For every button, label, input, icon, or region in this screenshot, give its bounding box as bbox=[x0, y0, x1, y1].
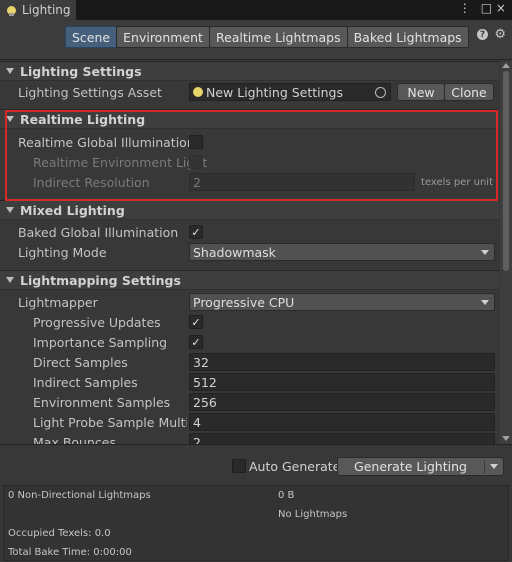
help-icon[interactable]: ? bbox=[477, 29, 488, 40]
lighting-mode-label: Lighting Mode bbox=[18, 244, 107, 260]
settings-panel: Lighting Settings Lighting Settings Asse… bbox=[0, 61, 499, 444]
max-bounces-field[interactable]: 2 bbox=[189, 433, 495, 444]
generate-lighting-label: Generate Lighting bbox=[354, 459, 467, 474]
baked-gi-checkbox[interactable]: ✓ bbox=[189, 225, 203, 239]
title-bar: Lighting ⋮ □ × bbox=[0, 0, 512, 20]
lightmapper-row: Lightmapper Progressive CPU bbox=[0, 292, 499, 312]
foldout-arrow-icon bbox=[6, 116, 14, 122]
lighting-mode-dropdown[interactable]: Shadowmask bbox=[189, 243, 495, 261]
importance-sampling-row: Importance Sampling ✓ bbox=[0, 332, 499, 352]
baked-gi-row: Baked Global Illumination ✓ bbox=[0, 222, 499, 242]
section-title: Realtime Lighting bbox=[20, 111, 146, 127]
indirect-resolution-field[interactable]: 2 bbox=[189, 173, 415, 191]
progressive-updates-row: Progressive Updates ✓ bbox=[0, 312, 499, 332]
progressive-updates-label: Progressive Updates bbox=[33, 314, 161, 330]
auto-generate-label: Auto Generate bbox=[249, 459, 341, 474]
lighting-toolbar: Scene Environment Realtime Lightmaps Bak… bbox=[0, 20, 512, 60]
realtime-gi-label: Realtime Global Illumination bbox=[18, 134, 195, 150]
foldout-arrow-icon bbox=[6, 68, 14, 74]
direct-samples-field[interactable]: 32 bbox=[189, 353, 495, 371]
section-lightmapping-settings[interactable]: Lightmapping Settings bbox=[0, 270, 499, 290]
window-menu-icon[interactable]: ⋮ bbox=[459, 1, 471, 15]
direct-samples-row: Direct Samples 32 bbox=[0, 352, 499, 372]
indirect-resolution-unit: texels per unit bbox=[421, 176, 493, 188]
realtime-env-checkbox[interactable] bbox=[189, 155, 203, 169]
indirect-samples-field[interactable]: 512 bbox=[189, 373, 495, 391]
button-divider bbox=[484, 460, 485, 474]
bake-footer: Auto Generate Generate Lighting 0 Non-Di… bbox=[0, 444, 512, 562]
direct-samples-label: Direct Samples bbox=[33, 354, 128, 370]
stats-no-lightmaps: No Lightmaps bbox=[278, 509, 348, 520]
realtime-gi-checkbox[interactable] bbox=[189, 135, 203, 149]
stats-bake-time: Total Bake Time: 0:00:00 bbox=[8, 547, 132, 558]
scroll-up-icon[interactable] bbox=[502, 63, 510, 68]
tab-environment[interactable]: Environment bbox=[116, 26, 210, 48]
environment-samples-field[interactable]: 256 bbox=[189, 393, 495, 411]
window-title: Lighting bbox=[22, 3, 71, 17]
light-probe-field[interactable]: 4 bbox=[189, 413, 495, 431]
progressive-updates-checkbox[interactable]: ✓ bbox=[189, 315, 203, 329]
lightmapper-value: Progressive CPU bbox=[193, 294, 295, 310]
foldout-arrow-icon bbox=[6, 277, 14, 283]
gear-icon[interactable]: ⚙ bbox=[494, 27, 506, 42]
importance-sampling-checkbox[interactable]: ✓ bbox=[189, 335, 203, 349]
section-lighting-settings[interactable]: Lighting Settings bbox=[0, 61, 499, 81]
lighting-bulb-icon bbox=[6, 5, 18, 16]
window-tab[interactable]: Lighting bbox=[0, 0, 76, 20]
object-picker-icon[interactable] bbox=[375, 87, 386, 98]
realtime-gi-row: Realtime Global Illumination bbox=[0, 132, 499, 152]
foldout-arrow-icon bbox=[6, 207, 14, 213]
stats-lightmap-count: 0 Non-Directional Lightmaps bbox=[8, 490, 151, 501]
section-title: Mixed Lighting bbox=[20, 202, 125, 218]
vertical-scrollbar[interactable] bbox=[500, 61, 512, 444]
section-mixed-lighting[interactable]: Mixed Lighting bbox=[0, 200, 499, 220]
lighting-asset-field[interactable]: New Lighting Settings bbox=[189, 83, 391, 101]
chevron-down-icon[interactable] bbox=[490, 464, 498, 469]
window-close-icon[interactable]: □ × bbox=[481, 1, 506, 15]
importance-sampling-label: Importance Sampling bbox=[33, 334, 168, 350]
scroll-down-icon[interactable] bbox=[502, 436, 510, 441]
lightmap-stats: 0 Non-Directional Lightmaps 0 B No Light… bbox=[3, 485, 509, 561]
lighting-asset-row: Lighting Settings Asset New Lighting Set… bbox=[0, 82, 499, 102]
section-title: Lighting Settings bbox=[20, 63, 142, 79]
indirect-resolution-label: Indirect Resolution bbox=[33, 174, 150, 190]
lighting-asset-label: Lighting Settings Asset bbox=[18, 84, 162, 100]
light-probe-row: Light Probe Sample Multipli 4 bbox=[0, 412, 499, 432]
section-title: Lightmapping Settings bbox=[20, 272, 181, 288]
lightmapper-dropdown[interactable]: Progressive CPU bbox=[189, 293, 495, 311]
realtime-env-row: Realtime Environment Light bbox=[0, 152, 499, 172]
auto-generate-checkbox[interactable] bbox=[232, 459, 246, 473]
lightmapper-label: Lightmapper bbox=[18, 294, 98, 310]
stats-occupied-texels: Occupied Texels: 0.0 bbox=[8, 528, 111, 539]
indirect-samples-label: Indirect Samples bbox=[33, 374, 138, 390]
chevron-down-icon bbox=[481, 300, 489, 305]
max-bounces-label: Max Bounces bbox=[33, 434, 116, 445]
environment-samples-row: Environment Samples 256 bbox=[0, 392, 499, 412]
window-controls: ⋮ □ × bbox=[459, 1, 506, 15]
section-realtime-lighting[interactable]: Realtime Lighting bbox=[0, 109, 499, 129]
tab-scene[interactable]: Scene bbox=[65, 26, 118, 48]
scroll-thumb[interactable] bbox=[503, 71, 509, 271]
generate-lighting-button[interactable]: Generate Lighting bbox=[337, 457, 504, 476]
tab-realtime-lightmaps[interactable]: Realtime Lightmaps bbox=[208, 26, 348, 48]
indirect-samples-row: Indirect Samples 512 bbox=[0, 372, 499, 392]
stats-size: 0 B bbox=[278, 490, 295, 501]
lighting-mode-value: Shadowmask bbox=[193, 244, 276, 260]
lighting-asset-value: New Lighting Settings bbox=[206, 84, 344, 100]
baked-gi-label: Baked Global Illumination bbox=[18, 224, 179, 240]
tab-group: Scene Environment Realtime Lightmaps Bak… bbox=[65, 26, 469, 48]
chevron-down-icon bbox=[481, 250, 489, 255]
new-button[interactable]: New bbox=[397, 83, 445, 101]
indirect-resolution-row: Indirect Resolution 2 texels per unit bbox=[0, 172, 499, 192]
clone-button[interactable]: Clone bbox=[444, 83, 494, 101]
tab-baked-lightmaps[interactable]: Baked Lightmaps bbox=[346, 26, 469, 48]
light-probe-label: Light Probe Sample Multipli bbox=[33, 414, 187, 430]
lighting-asset-icon bbox=[193, 87, 203, 97]
max-bounces-row: Max Bounces 2 bbox=[0, 432, 499, 444]
environment-samples-label: Environment Samples bbox=[33, 394, 171, 410]
lighting-mode-row: Lighting Mode Shadowmask bbox=[0, 242, 499, 262]
realtime-env-label: Realtime Environment Light bbox=[33, 154, 208, 170]
